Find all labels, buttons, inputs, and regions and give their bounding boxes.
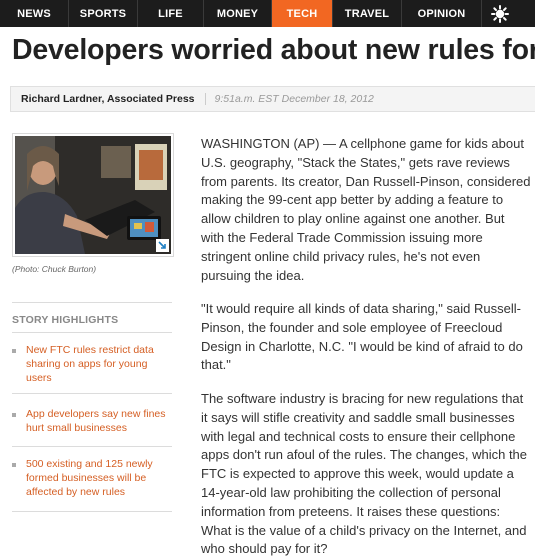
highlight-text[interactable]: App developers say new fines hurt small … xyxy=(26,408,174,436)
nav-tab-sports[interactable]: SPORTS xyxy=(69,0,138,27)
divider xyxy=(12,302,172,303)
bullet-icon xyxy=(12,413,16,417)
sun-gear-icon[interactable] xyxy=(482,0,518,27)
nav-tab-travel[interactable]: TRAVEL xyxy=(333,0,402,27)
divider xyxy=(12,511,172,512)
bullet-icon xyxy=(12,463,16,467)
bullet-icon xyxy=(12,349,16,353)
nav-tab-news[interactable]: NEWS xyxy=(0,0,69,27)
article-headline: Developers worried about new rules for xyxy=(12,34,535,66)
divider xyxy=(12,446,172,447)
highlight-text[interactable]: New FTC rules restrict data sharing on a… xyxy=(26,344,174,385)
story-highlights-title: STORY HIGHLIGHTS xyxy=(12,314,119,326)
publish-timestamp: 9:51a.m. EST December 18, 2012 xyxy=(214,93,374,105)
author-name[interactable]: Richard Lardner, Associated Press xyxy=(11,93,206,105)
expand-photo-icon[interactable] xyxy=(156,239,169,252)
highlight-item[interactable]: App developers say new fines hurt small … xyxy=(12,408,174,436)
article-paragraph: WASHINGTON (AP) — A cellphone game for k… xyxy=(201,136,531,283)
article-photo[interactable] xyxy=(12,133,174,257)
byline-bar: Richard Lardner, Associated Press 9:51a.… xyxy=(10,86,535,112)
top-nav: NEWS SPORTS LIFE MONEY TECH TRAVEL OPINI… xyxy=(0,0,535,27)
nav-tab-money[interactable]: MONEY xyxy=(204,0,272,27)
highlight-item[interactable]: 500 existing and 125 newly formed busine… xyxy=(12,458,174,499)
nav-tab-opinion[interactable]: OPINION xyxy=(402,0,482,27)
divider xyxy=(12,332,172,333)
article-paragraph: The software industry is bracing for new… xyxy=(201,391,528,557)
highlight-text[interactable]: 500 existing and 125 newly formed busine… xyxy=(26,458,174,499)
highlight-item[interactable]: New FTC rules restrict data sharing on a… xyxy=(12,344,174,385)
divider xyxy=(12,393,172,394)
nav-tab-tech[interactable]: TECH xyxy=(272,0,333,27)
article-paragraph: "It would require all kinds of data shar… xyxy=(201,301,523,373)
nav-tab-life[interactable]: LIFE xyxy=(138,0,204,27)
photo-image xyxy=(15,136,171,254)
photo-caption: (Photo: Chuck Burton) xyxy=(12,264,97,274)
